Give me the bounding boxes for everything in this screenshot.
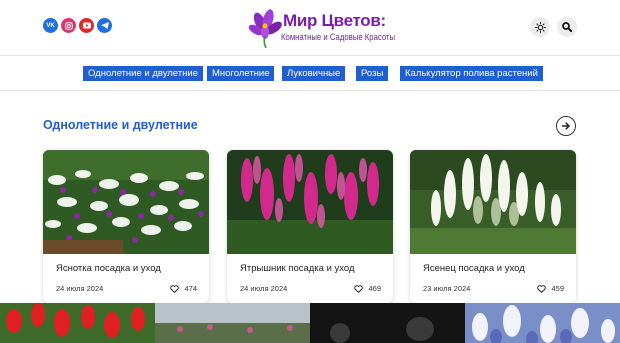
article-card[interactable]: Яснотка посадка и уход 24 июля 2024 474 xyxy=(43,150,209,303)
like-count: 469 xyxy=(368,284,381,293)
article-date: 23 июля 2024 xyxy=(423,284,471,293)
telegram-icon[interactable] xyxy=(97,18,112,33)
like-count: 459 xyxy=(551,284,564,293)
search-icon xyxy=(562,22,572,32)
article-image xyxy=(43,150,209,254)
youtube-icon[interactable] xyxy=(79,18,94,33)
section-next-button[interactable] xyxy=(556,116,576,136)
logo-subtitle: Комнатные и Садовые Красоты xyxy=(281,32,396,42)
article-title[interactable]: Ясенец посадка и уход xyxy=(423,263,525,274)
article-title[interactable]: Ятрышник посадка и уход xyxy=(240,263,355,274)
like-button[interactable]: 474 xyxy=(170,284,197,293)
nav-item-perennials[interactable]: Многолетние xyxy=(207,66,275,81)
site-header: VK Мир Цветов: Комнатные и Садовые Красо… xyxy=(0,0,620,56)
heart-icon xyxy=(354,284,364,293)
heart-icon xyxy=(170,284,180,293)
like-count: 474 xyxy=(184,284,197,293)
vk-icon[interactable]: VK xyxy=(43,18,58,33)
nav-item-bulbous[interactable]: Луковичные xyxy=(282,66,346,81)
article-card[interactable]: Ятрышник посадка и уход 24 июля 2024 469 xyxy=(227,150,393,303)
search-button[interactable] xyxy=(557,17,577,37)
section-title[interactable]: Однолетние и двулетние xyxy=(43,118,198,132)
article-date: 24 июля 2024 xyxy=(56,284,104,293)
arrow-right-icon xyxy=(561,122,570,130)
article-meta: 23 июля 2024 459 xyxy=(423,284,564,293)
article-image xyxy=(410,150,576,254)
article-meta: 24 июля 2024 474 xyxy=(56,284,197,293)
article-title[interactable]: Яснотка посадка и уход xyxy=(56,263,161,274)
like-button[interactable]: 459 xyxy=(537,284,564,293)
nav-item-watering-calculator[interactable]: Калькулятор полива растений xyxy=(400,66,543,81)
featured-images-strip[interactable] xyxy=(0,303,620,343)
sun-icon xyxy=(534,21,546,33)
instagram-icon[interactable] xyxy=(61,18,76,33)
heart-icon xyxy=(537,284,547,293)
flower-logo-icon xyxy=(248,9,282,48)
nav-item-roses[interactable]: Розы xyxy=(356,66,389,81)
main-nav: Однолетние и двулетние Многолетние Луков… xyxy=(0,57,620,91)
article-image xyxy=(227,150,393,254)
social-links: VK xyxy=(43,18,112,33)
logo-title: Мир Цветов: xyxy=(283,11,386,30)
theme-toggle-button[interactable] xyxy=(530,17,550,37)
nav-item-annuals[interactable]: Однолетние и двулетние xyxy=(83,66,203,81)
like-button[interactable]: 469 xyxy=(354,284,381,293)
article-card[interactable]: Ясенец посадка и уход 23 июля 2024 459 xyxy=(410,150,576,303)
article-meta: 24 июля 2024 469 xyxy=(240,284,381,293)
site-logo[interactable]: Мир Цветов: Комнатные и Садовые Красоты xyxy=(248,8,395,48)
article-date: 24 июля 2024 xyxy=(240,284,288,293)
